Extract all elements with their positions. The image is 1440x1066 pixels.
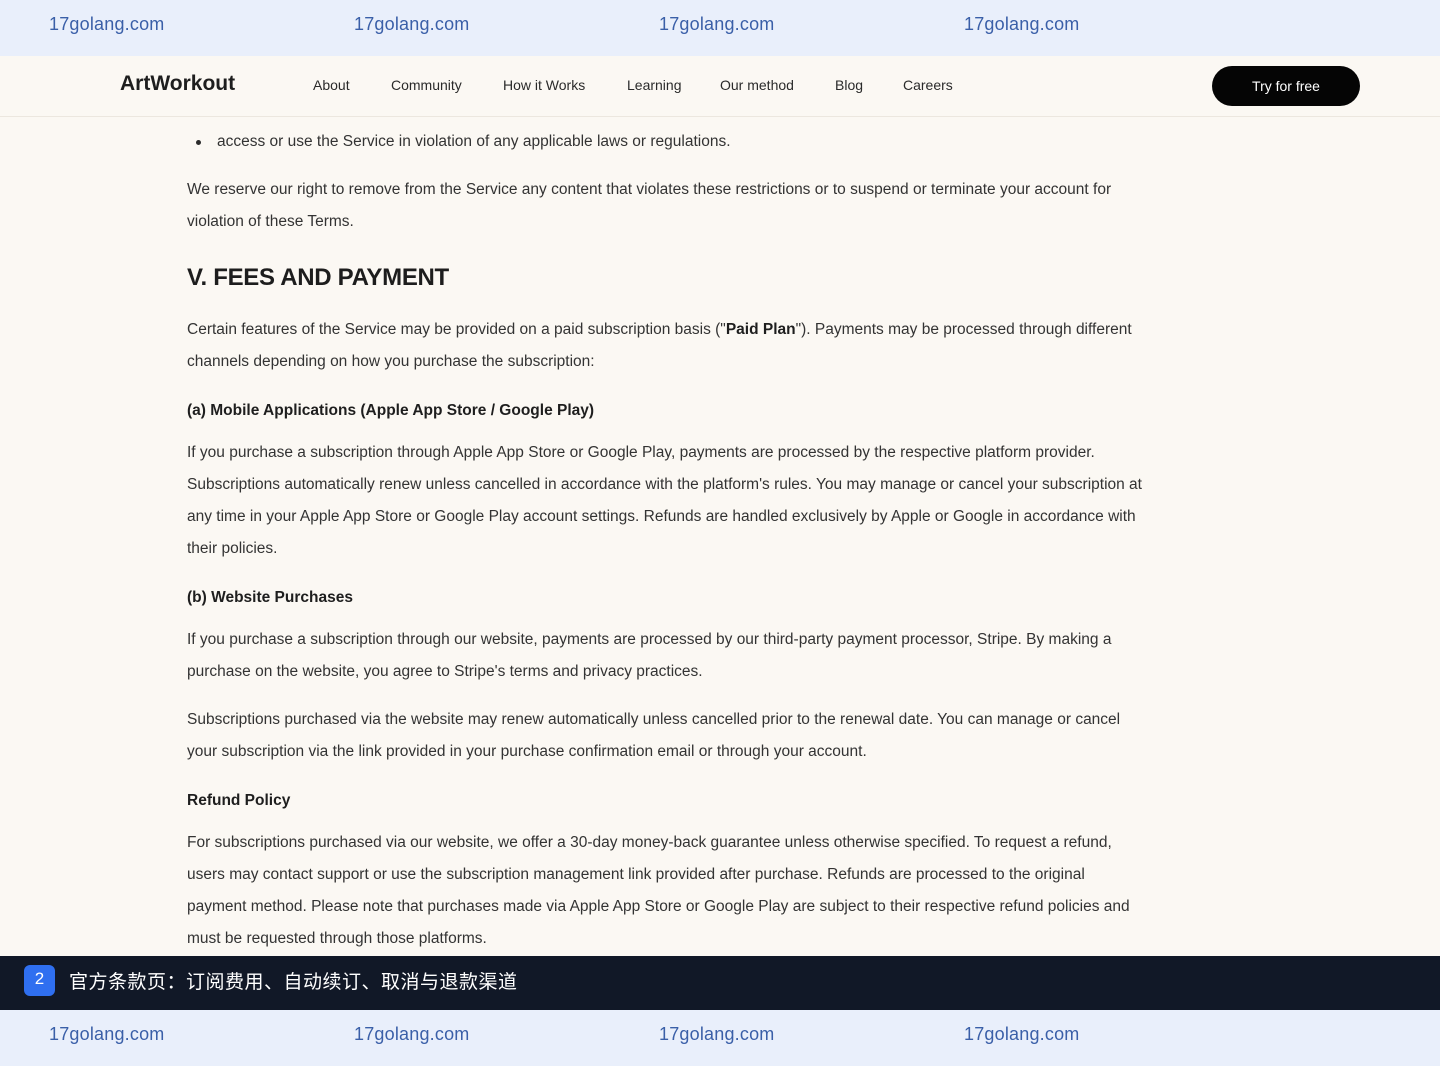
caption-bar: 2 官方条款页：订阅费用、自动续订、取消与退款渠道 [0, 956, 1440, 1010]
mobile-apps-paragraph: If you purchase a subscription through A… [187, 444, 1142, 557]
nav-link-about[interactable]: About [313, 77, 350, 93]
watermark-band-top: 17golang.com 17golang.com 17golang.com 1… [0, 0, 1440, 56]
nav-link-careers[interactable]: Careers [903, 77, 953, 93]
intro-text: Certain features of the Service may be p… [187, 321, 726, 338]
nav-link-blog[interactable]: Blog [835, 77, 863, 93]
website-paragraph-2: Subscriptions purchased via the website … [187, 711, 1121, 760]
watermark-band-bottom: 17golang.com 17golang.com 17golang.com 1… [0, 1010, 1440, 1066]
nav-link-our-method[interactable]: Our method [720, 77, 794, 93]
bullet-dot [196, 140, 201, 145]
website-purchases-heading: (b) Website Purchases [187, 589, 353, 606]
refund-policy-paragraph: For subscriptions purchased via our webs… [187, 834, 1130, 947]
step-badge: 2 [24, 965, 55, 996]
caption-text: 官方条款页：订阅费用、自动续订、取消与退款渠道 [69, 971, 518, 993]
section-title: V. FEES AND PAYMENT [187, 264, 449, 291]
bullet-item: access or use the Service in violation o… [217, 133, 731, 150]
watermark-text: 17golang.com [659, 14, 775, 34]
mobile-apps-heading: (a) Mobile Applications (Apple App Store… [187, 402, 595, 419]
site-logo[interactable]: ArtWorkout [120, 72, 235, 96]
website-paragraph-1: If you purchase a subscription through o… [187, 631, 1112, 680]
reserve-paragraph: We reserve our right to remove from the … [187, 181, 1112, 230]
refund-policy-heading: Refund Policy [187, 792, 291, 809]
watermark-text: 17golang.com [354, 1024, 470, 1044]
terms-content: access or use the Service in violation o… [0, 56, 1440, 956]
site-header: ArtWorkout About Community How it Works … [0, 56, 1440, 117]
watermark-text: 17golang.com [964, 1024, 1080, 1044]
watermark-text: 17golang.com [354, 14, 470, 34]
paid-plan-term: Paid Plan [725, 321, 796, 338]
nav-link-community[interactable]: Community [391, 77, 462, 93]
watermark-text: 17golang.com [49, 1024, 165, 1044]
watermark-text: 17golang.com [49, 14, 165, 34]
try-for-free-button[interactable]: Try for free [1212, 66, 1360, 106]
nav-link-how-it-works[interactable]: How it Works [503, 77, 585, 93]
fees-intro-paragraph: Certain features of the Service may be p… [187, 314, 1142, 378]
nav-link-learning[interactable]: Learning [627, 77, 682, 93]
watermark-text: 17golang.com [964, 14, 1080, 34]
watermark-text: 17golang.com [659, 1024, 775, 1044]
